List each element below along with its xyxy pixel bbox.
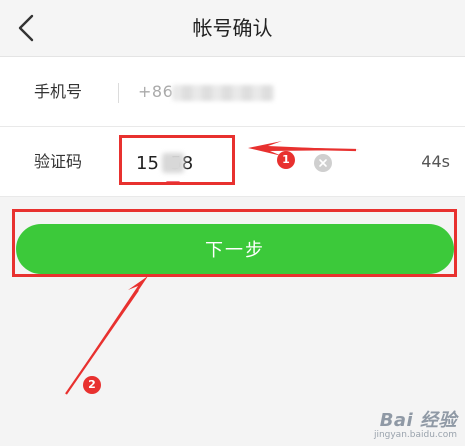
page-title: 帐号确认 bbox=[192, 16, 273, 40]
phone-number-value: +86 bbox=[138, 82, 174, 101]
watermark-url: jingyan.baidu.com bbox=[373, 430, 457, 440]
watermark-brand: Bai 经验 bbox=[379, 410, 457, 431]
clear-code-button[interactable] bbox=[314, 154, 332, 172]
close-circle-icon bbox=[319, 159, 327, 167]
app-screen: 帐号确认 手机号 +86 验证码 44s 下一步 bbox=[0, 0, 465, 446]
annotation-badge-1: 1 bbox=[277, 151, 295, 169]
phone-row: 手机号 +86 bbox=[0, 57, 465, 127]
top-bar: 帐号确认 bbox=[0, 0, 465, 57]
arrow-2 bbox=[64, 276, 148, 396]
annotation-box-code bbox=[119, 135, 235, 185]
phone-number-mask bbox=[172, 85, 274, 101]
field-separator bbox=[118, 83, 119, 103]
arrow-2-shaft bbox=[65, 289, 139, 395]
phone-label: 手机号 bbox=[34, 82, 83, 101]
row-divider bbox=[0, 196, 465, 197]
annotation-box-next-button bbox=[12, 209, 457, 277]
baidu-jingyan-watermark: Bai 经验 jingyan.baidu.com bbox=[374, 406, 457, 440]
annotation-badge-2: 2 bbox=[83, 376, 101, 394]
code-label: 验证码 bbox=[34, 152, 83, 171]
resend-countdown: 44s bbox=[421, 152, 450, 171]
